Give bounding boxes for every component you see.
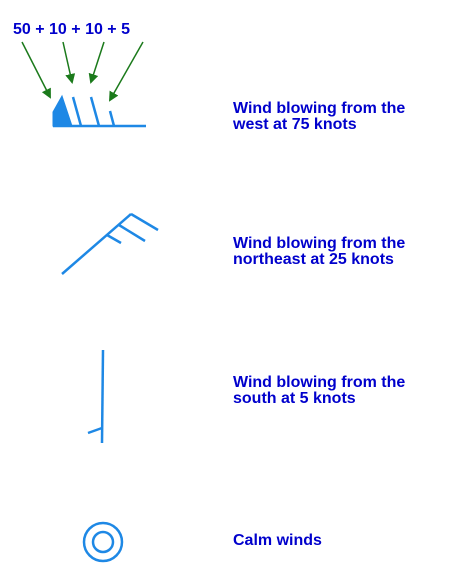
pennant-50-knots-icon: [52, 94, 73, 127]
pointer-arrow-pennant: [21, 41, 51, 99]
full-barb-10-knots-icon: [89, 96, 101, 127]
caption-south-5: Wind blowing from the south at 5 knots: [233, 374, 406, 407]
half-barb-5-knots-icon: [106, 233, 122, 245]
barb-value-formula: 50 + 10 + 10 + 5: [13, 21, 130, 38]
half-barb-5-knots-icon: [108, 110, 116, 127]
pointer-arrow-half-barb: [109, 41, 144, 102]
full-barb-10-knots-icon: [118, 223, 146, 243]
pointer-arrow-barb-2: [88, 41, 105, 84]
caption-northeast-25: Wind blowing from the northeast at 25 kn…: [233, 235, 406, 268]
calm-inner-circle: [91, 530, 115, 554]
wind-barb-northeast-25: [61, 212, 159, 275]
half-barb-5-knots-icon: [87, 426, 103, 435]
calm-outer-circle: [82, 521, 124, 563]
full-barb-10-knots-icon: [130, 212, 159, 232]
wind-barb-diagram: [21, 41, 159, 563]
pointer-arrows: [21, 41, 144, 102]
wind-barb-west-75: [52, 94, 146, 128]
barb-staff: [61, 213, 132, 275]
calm-circle-icon: [82, 521, 124, 563]
wind-barb-south-5: [87, 349, 105, 444]
full-barb-10-knots-icon: [71, 96, 83, 127]
caption-west-75: Wind blowing from the west at 75 knots: [233, 100, 406, 133]
caption-calm: Calm winds: [233, 532, 322, 549]
pointer-arrow-barb-1: [62, 41, 76, 84]
